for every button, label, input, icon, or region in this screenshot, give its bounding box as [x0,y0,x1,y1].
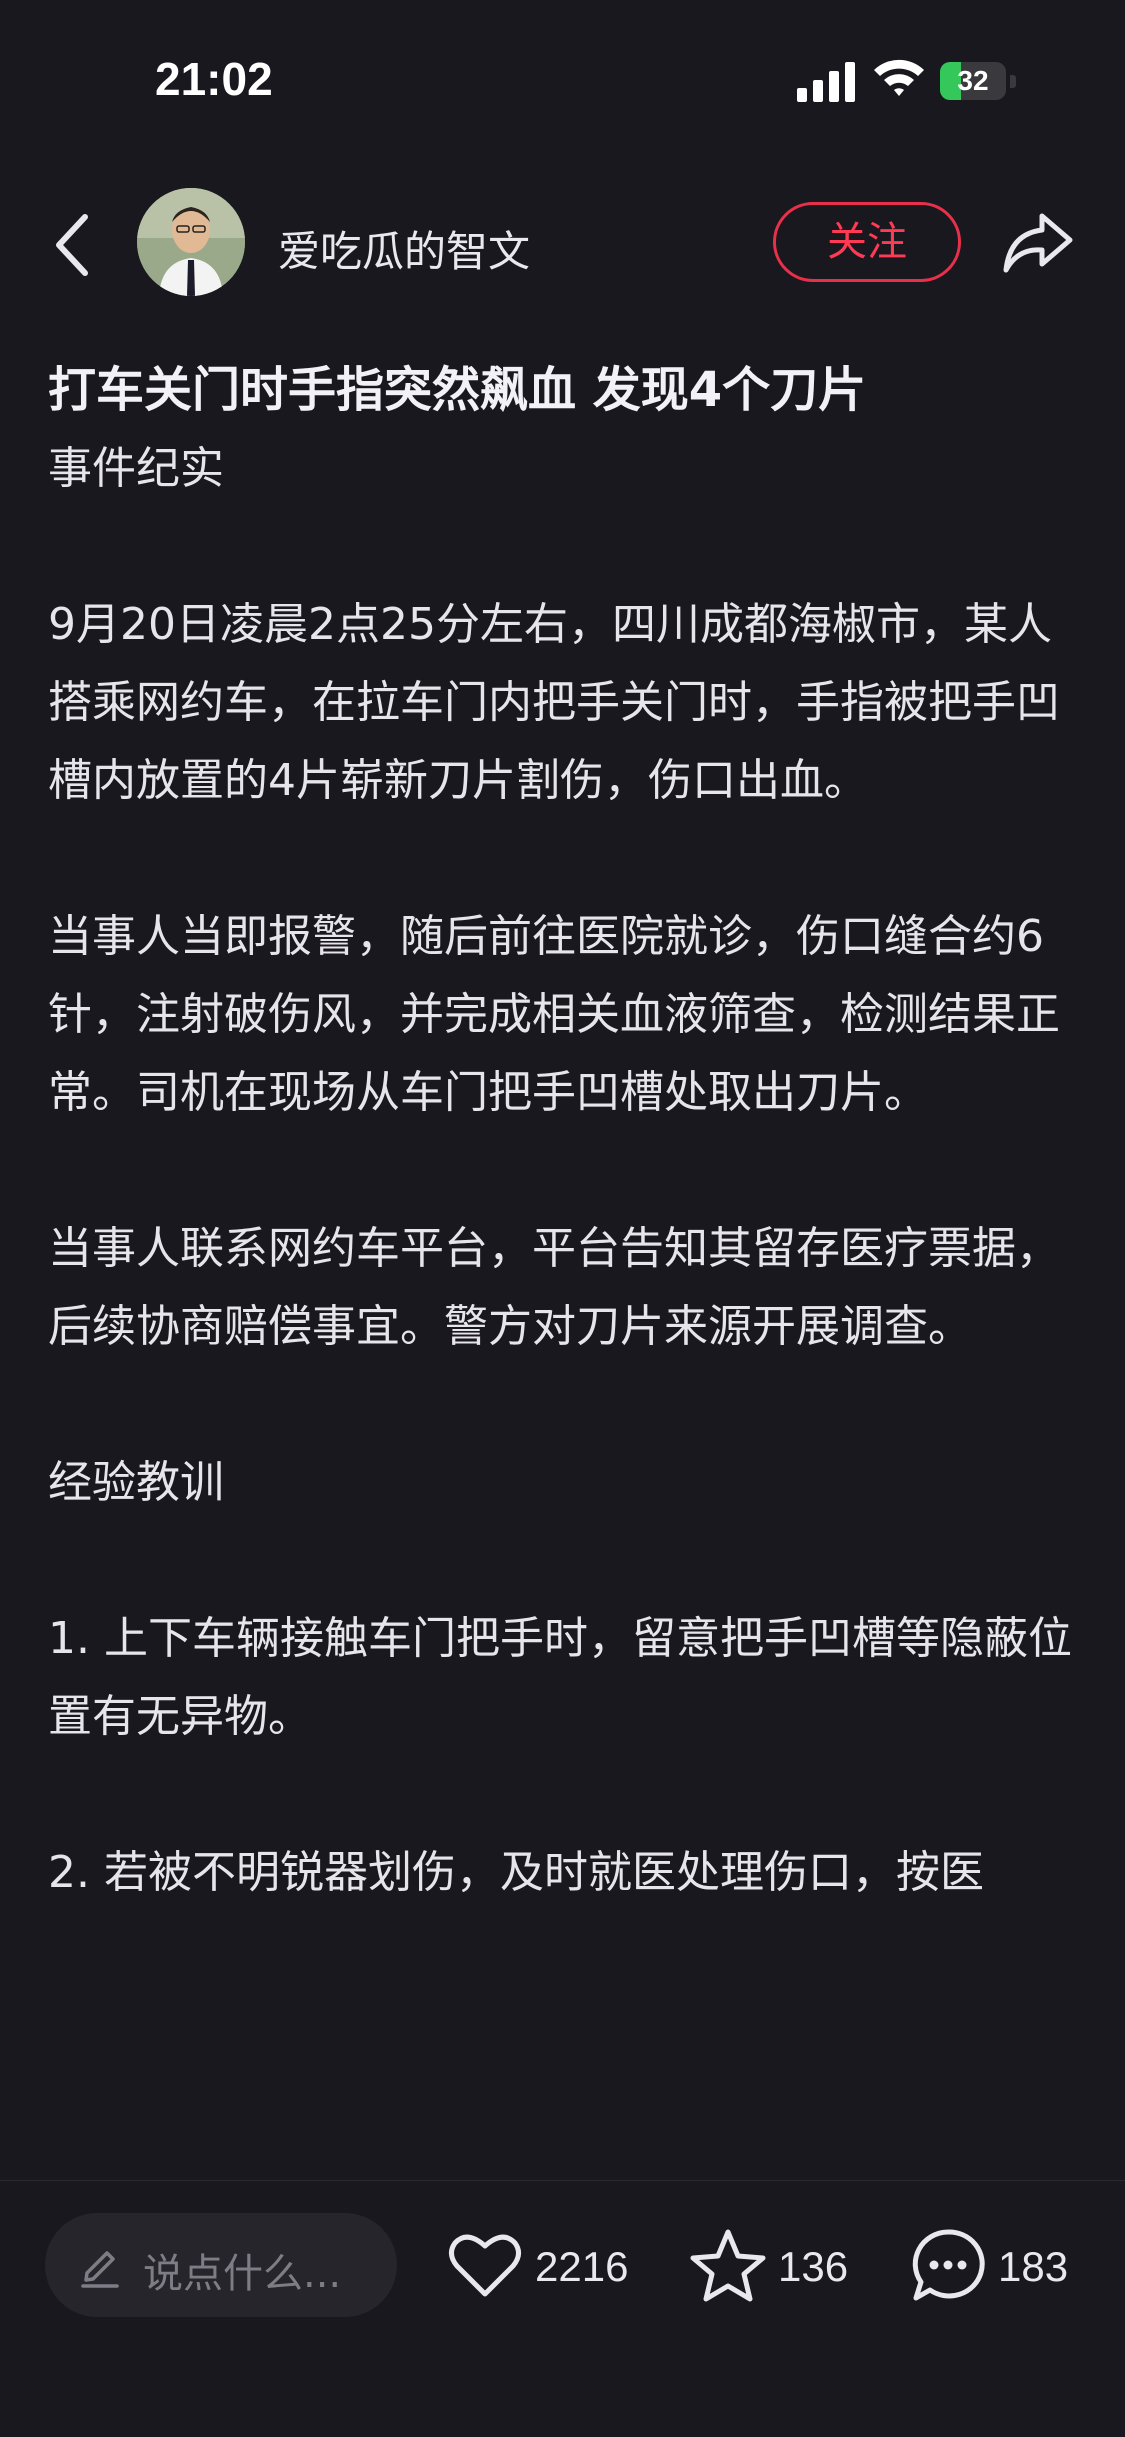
article-title: 打车关门时手指突然飙血 发现4个刀片 [48,362,867,418]
like-count: 2216 [535,2243,629,2290]
article-header: 爱吃瓜的智文 关注 [0,180,1125,305]
author-name[interactable]: 爱吃瓜的智文 [278,218,530,279]
bottom-action-bar: 说点什么... 2216 136 183 [0,2180,1125,2437]
favorite-count: 136 [778,2243,849,2290]
back-icon[interactable] [45,205,105,285]
section-heading: 经验教训 [48,1457,224,1508]
like-button[interactable]: 2216 [445,2221,645,2311]
comments-button[interactable]: 183 [908,2221,1088,2311]
article-paragraph: 1. 上下车辆接触车门把手时，留意把手凹槽等隐蔽位置有无异物。 [48,1613,1072,1742]
status-time: 21:02 [155,53,273,105]
cellular-signal-icon [797,62,855,102]
article-paragraph: 9月20日凌晨2点25分左右，四川成都海椒市，某人搭乘网约车，在拉车门内把手关门… [48,599,1060,806]
battery-icon: 32 [940,62,1018,102]
pen-icon [81,2251,119,2288]
favorite-button[interactable]: 136 [688,2221,868,2311]
comment-placeholder: 说点什么... [143,2251,342,2297]
article-tag: 事件纪实 [48,443,224,494]
comment-count: 183 [998,2243,1069,2290]
avatar[interactable] [137,188,245,296]
article-paragraph: 当事人联系网约车平台，平台告知其留存医疗票据，后续协商赔偿事宜。警方对刀片来源开… [48,1223,1060,1352]
comment-bubble-icon [912,2229,985,2301]
star-icon [690,2229,766,2302]
status-bar: 21:02 32 [0,0,1125,160]
battery-level: 32 [957,65,989,96]
share-icon[interactable] [1002,210,1074,276]
follow-button[interactable]: 关注 [773,202,961,282]
article-body: 打车关门时手指突然飙血 发现4个刀片 事件纪实 9月20日凌晨2点25分左右，四… [48,350,1078,1912]
wifi-icon [874,59,924,96]
content-fade [0,2130,1125,2180]
comment-input[interactable]: 说点什么... [45,2213,397,2317]
article-paragraph: 2. 若被不明锐器划伤，及时就医处理伤口，按医 [48,1847,984,1898]
article-paragraph: 当事人当即报警，随后前往医院就诊，伤口缝合约6针，注射破伤风，并完成相关血液筛查… [48,911,1060,1118]
heart-icon [449,2234,521,2297]
